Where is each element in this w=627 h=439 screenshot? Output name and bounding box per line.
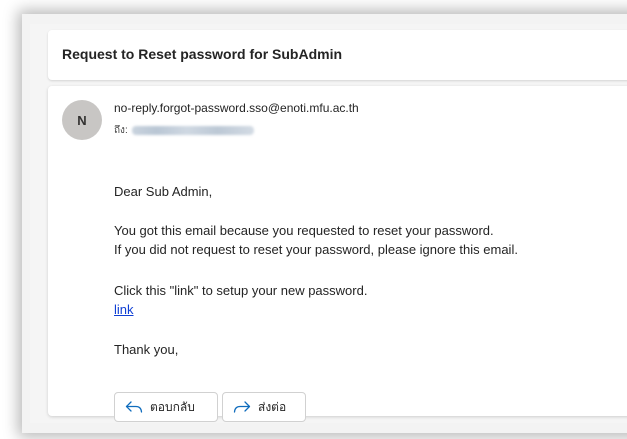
sender-avatar[interactable]: N [62,100,102,140]
reply-button[interactable]: ตอบกลับ [114,392,218,422]
body-line-2: If you did not request to reset your pas… [114,242,518,257]
reset-password-link[interactable]: link [114,302,134,317]
greeting-text: Dear Sub Admin, [114,184,213,199]
recipient-row: ถึง: [114,123,254,138]
reply-arrow-icon [124,399,144,415]
email-subject: Request to Reset password for SubAdmin [62,46,343,62]
avatar-initial: N [77,112,87,128]
forward-arrow-icon [232,399,252,415]
reply-label: ตอบกลับ [150,399,195,414]
reading-pane: Request to Reset password for SubAdmin N… [30,24,627,423]
subject-header: Request to Reset password for SubAdmin [48,30,627,80]
sender-address[interactable]: no-reply.forgot-password.sso@enoti.mfu.a… [114,101,359,115]
forward-label: ส่งต่อ [258,399,287,414]
to-label: ถึง: [114,125,128,136]
closing-text: Thank you, [114,342,179,357]
message-card: N no-reply.forgot-password.sso@enoti.mfu… [48,86,627,422]
body-line-3: Click this "link" to setup your new pass… [114,283,368,298]
forward-button[interactable]: ส่งต่อ [222,392,306,422]
recipient-name-redacted[interactable] [131,126,254,135]
mail-window: Request to Reset password for SubAdmin N… [22,14,627,433]
body-line-1: You got this email because you requested… [114,223,494,238]
